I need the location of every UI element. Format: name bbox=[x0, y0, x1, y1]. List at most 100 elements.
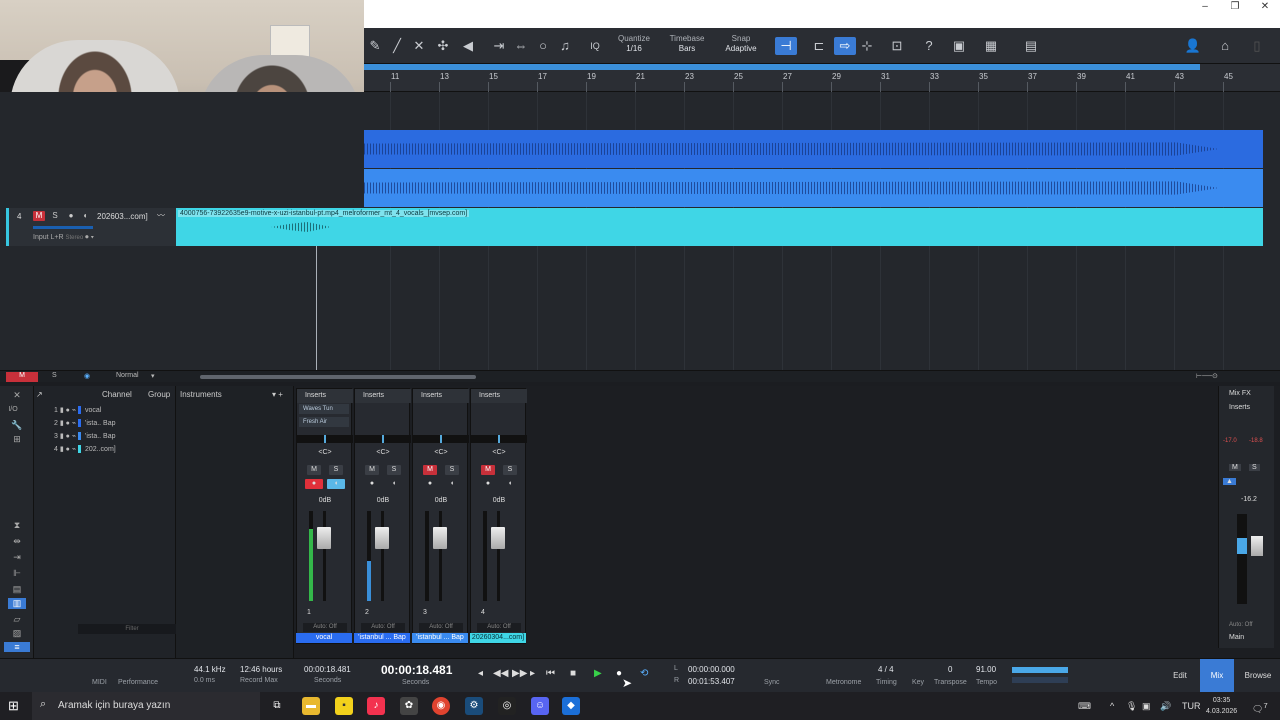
home-icon[interactable]: ⌂ bbox=[1216, 37, 1234, 55]
tempo-value[interactable]: 91.00 bbox=[976, 665, 996, 674]
automation-mode[interactable]: Auto: Off bbox=[361, 623, 405, 632]
language-indicator[interactable]: TUR bbox=[1182, 701, 1201, 711]
channel-name[interactable]: 'istanbul ... Bap bbox=[354, 633, 410, 643]
instruments-header[interactable]: Instruments bbox=[180, 390, 222, 399]
zoom-slider-icon[interactable]: ⊢──⊙ bbox=[1196, 372, 1218, 380]
loop-tool-icon[interactable]: ♫ bbox=[556, 37, 574, 55]
arrange-view[interactable]: 4 M S ● ◖ 202603...com] 〰 Input L+R Ster… bbox=[0, 92, 1280, 370]
channel-header[interactable]: Channel bbox=[102, 390, 132, 399]
mode-dropdown-icon[interactable]: ▾ bbox=[151, 372, 155, 380]
video-icon[interactable]: ▣ bbox=[950, 37, 968, 55]
channel-row[interactable]: 1 ▮ ● ⌁ vocal bbox=[54, 406, 101, 415]
horizontal-scrollbar[interactable] bbox=[200, 375, 476, 379]
timebase-selector[interactable]: Timebase Bars bbox=[664, 34, 710, 54]
loop-range-bar[interactable] bbox=[364, 64, 1200, 70]
close-icon[interactable]: ✕ bbox=[8, 390, 26, 401]
mute-button[interactable]: M bbox=[1229, 464, 1241, 471]
audio-clip-track-2[interactable] bbox=[364, 130, 1263, 168]
chrome-icon[interactable]: ◉ bbox=[432, 697, 450, 715]
insert-plugin[interactable]: Fresh Air bbox=[299, 417, 349, 427]
steam-icon[interactable]: ⚙ bbox=[465, 697, 483, 715]
edit-tab[interactable]: Edit bbox=[1166, 659, 1194, 693]
loop-start-icon[interactable]: ◂ bbox=[478, 668, 483, 679]
monitor-toggle-icon[interactable]: ◉ bbox=[84, 372, 90, 380]
pan-meter[interactable] bbox=[355, 435, 411, 443]
iq-quantize-icon[interactable]: IQ bbox=[586, 37, 604, 55]
mute-button[interactable]: M bbox=[307, 465, 321, 475]
midi-label[interactable]: MIDI bbox=[92, 679, 107, 686]
metronome-icon[interactable]: ▲ bbox=[1223, 478, 1236, 485]
transpose-value[interactable]: 0 bbox=[948, 665, 952, 674]
quantize-selector[interactable]: Quantize 1/16 bbox=[614, 34, 654, 54]
minimize-button[interactable]: – bbox=[1190, 0, 1220, 14]
fit-icon[interactable]: ⇔ bbox=[512, 37, 530, 55]
inserts-header[interactable]: Inserts bbox=[413, 389, 469, 403]
primary-time[interactable]: 00:00:18.481 bbox=[381, 663, 452, 677]
monitor-icon[interactable]: ◖ bbox=[385, 479, 403, 489]
inserts-header[interactable]: Inserts bbox=[1229, 404, 1250, 411]
pan-value[interactable]: <C> bbox=[355, 449, 411, 456]
volume-fader[interactable] bbox=[1251, 536, 1263, 556]
task-view-icon[interactable]: ⧉ bbox=[268, 697, 286, 715]
stop-icon[interactable]: ■ bbox=[570, 668, 576, 679]
autoscroll-icon[interactable]: ⊏ bbox=[810, 37, 828, 55]
grid-view-icon[interactable]: ▦ bbox=[982, 37, 1000, 55]
track-input[interactable]: Input L+R Stereo ⏺ ▾ bbox=[33, 234, 94, 242]
instruments-dropdown-icon[interactable]: ▾ + bbox=[272, 390, 283, 399]
eraser-tool-icon[interactable]: ✎ bbox=[366, 37, 384, 55]
secondary-time-format[interactable]: Seconds bbox=[314, 677, 341, 684]
timeline-ruler[interactable]: 11 13 15 17 19 21 23 25 27 29 31 33 35 3… bbox=[364, 64, 1280, 92]
automation-mode[interactable]: Auto: Off bbox=[303, 623, 347, 632]
obs-icon[interactable]: ◎ bbox=[498, 697, 516, 715]
mix-tab[interactable]: Mix bbox=[1200, 659, 1234, 693]
channel-filter-input[interactable]: Filter bbox=[78, 624, 186, 634]
tray-overflow-icon[interactable]: ^ bbox=[1110, 701, 1114, 711]
audio-clip-track-4[interactable]: 4000756-73922635e9-motive-x-uzi-istanbul… bbox=[176, 208, 1263, 246]
record-arm-icon[interactable]: ● bbox=[305, 479, 323, 489]
taskbar-clock[interactable]: 03:35 4.03.2026 bbox=[1206, 695, 1237, 717]
file-explorer-icon[interactable]: ▬ bbox=[302, 697, 320, 715]
automation-mode[interactable]: Auto: Off bbox=[1229, 622, 1253, 628]
pan-meter[interactable] bbox=[413, 435, 469, 443]
close-button[interactable]: ✕ bbox=[1250, 0, 1280, 14]
time-signature[interactable]: 4 / 4 bbox=[878, 665, 894, 674]
inserts-header[interactable]: Inserts bbox=[471, 389, 527, 403]
track-inspector-icon[interactable]: ⊡ bbox=[888, 37, 906, 55]
zoom-icon[interactable]: ○ bbox=[534, 37, 552, 55]
inserts-header[interactable]: Inserts bbox=[355, 389, 411, 403]
snap-toggle-icon[interactable]: ⊣ bbox=[775, 37, 797, 55]
play-icon[interactable]: ▶ bbox=[594, 668, 602, 679]
audio-clip-track-3[interactable] bbox=[364, 169, 1263, 207]
global-solo-button[interactable]: S bbox=[52, 372, 57, 379]
monitor-icon[interactable]: ◖ bbox=[79, 211, 91, 221]
automation-icon[interactable]: 〰 bbox=[155, 211, 167, 221]
monitor-icon[interactable]: ◖ bbox=[501, 479, 519, 489]
loop-end-icon[interactable]: ▸ bbox=[530, 668, 535, 679]
primary-time-format[interactable]: Seconds bbox=[402, 679, 429, 686]
network-tray-icon[interactable]: ▣ bbox=[1142, 701, 1151, 712]
fast-forward-icon[interactable]: ▶▶ bbox=[512, 668, 527, 679]
taskbar-search[interactable]: ⌕ Aramak için buraya yazın bbox=[32, 692, 260, 720]
follow-icon[interactable]: ⇨ bbox=[834, 37, 856, 55]
insert-plugin[interactable]: Waves Tun bbox=[299, 404, 349, 414]
pan-value[interactable]: <C> bbox=[297, 449, 353, 456]
global-mute-button[interactable]: M bbox=[6, 372, 38, 382]
metronome-label[interactable]: Metronome bbox=[826, 679, 861, 686]
user-icon[interactable]: 👤 bbox=[1184, 37, 1202, 55]
notifications-icon[interactable]: 🗨7 bbox=[1252, 701, 1268, 715]
solo-button[interactable]: S bbox=[503, 465, 517, 475]
sync-label[interactable]: Sync bbox=[764, 679, 780, 686]
automation-mode[interactable]: Normal bbox=[116, 372, 139, 379]
pan-value[interactable]: <C> bbox=[413, 449, 469, 456]
paint-tool-icon[interactable]: ╱ bbox=[388, 37, 406, 55]
windows-start-icon[interactable]: ⊞ bbox=[8, 698, 19, 714]
key-label[interactable]: Key bbox=[912, 679, 924, 686]
channel-row[interactable]: 3 ▮ ● ⌁ 'ista.. Bap bbox=[54, 432, 116, 441]
main-label[interactable]: Main bbox=[1229, 634, 1244, 641]
nudge-icon[interactable]: ⇥ bbox=[490, 37, 508, 55]
io-button[interactable]: I/O bbox=[4, 406, 22, 413]
mixer-view-icon[interactable]: ▤ bbox=[8, 584, 26, 595]
mute-button[interactable]: M bbox=[365, 465, 379, 475]
keyboard-tray-icon[interactable]: ⌨ bbox=[1078, 701, 1091, 712]
meters-icon[interactable]: ▨ bbox=[8, 628, 26, 639]
